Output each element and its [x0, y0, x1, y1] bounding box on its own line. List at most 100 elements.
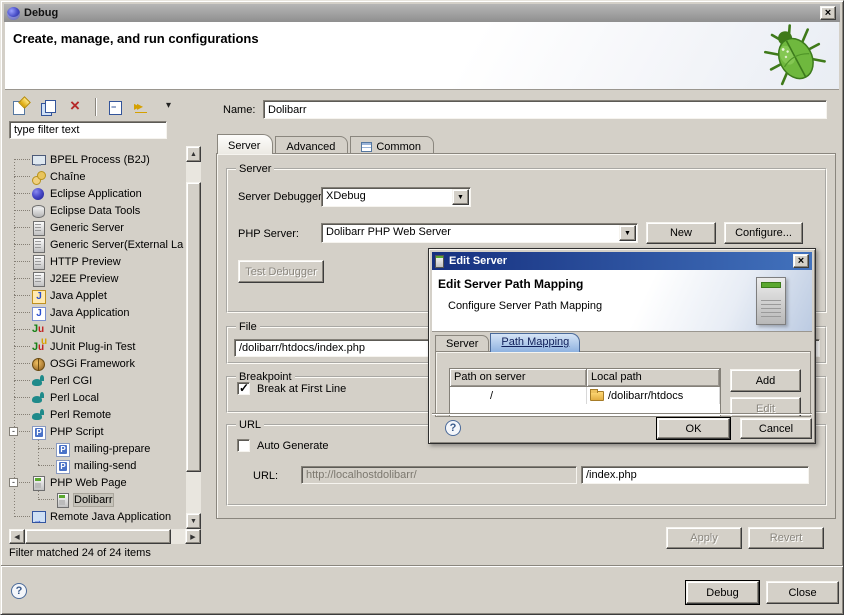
new-configuration-glyph — [11, 99, 29, 115]
url-path-input[interactable] — [581, 466, 809, 484]
tree-item-remote-java-application[interactable]: Remote Java Application — [9, 508, 186, 525]
collapse-all-icon[interactable] — [104, 97, 126, 117]
tree-item-junit-plug-in-test[interactable]: JUnit Plug-in Test — [9, 338, 186, 355]
url-label: URL: — [253, 470, 278, 482]
config-tabs: Server Advanced Common — [217, 134, 436, 154]
server-debugger-select[interactable]: XDebug ▼ — [321, 187, 471, 207]
vscroll-thumb[interactable] — [186, 182, 201, 472]
tree-item-mailing-send[interactable]: mailing-send — [9, 457, 186, 474]
menu-caret-icon[interactable] — [160, 97, 182, 117]
collapse-expander-icon[interactable]: - — [9, 427, 18, 436]
window-close-button[interactable]: × — [820, 6, 836, 20]
tree-item-junit[interactable]: JUnit — [9, 321, 186, 338]
hscroll-thumb[interactable] — [25, 529, 171, 544]
column-header-path-on-server[interactable]: Path on server — [450, 369, 587, 387]
tree-item-generic-server[interactable]: Generic Server — [9, 219, 186, 236]
scroll-right-icon[interactable]: ▶ — [185, 529, 201, 544]
tree-item-php-script[interactable]: -PHP Script — [9, 423, 186, 440]
scroll-left-icon[interactable]: ◀ — [9, 529, 25, 544]
window-title: Debug — [24, 7, 58, 19]
delete-configuration-icon[interactable] — [65, 97, 87, 117]
filter-configurations-glyph — [134, 99, 152, 115]
collapse-expander-icon[interactable]: - — [9, 478, 18, 487]
name-input[interactable] — [263, 100, 827, 119]
tree-item-label: Generic Server(External La — [50, 239, 183, 251]
php-server-select[interactable]: Dolibarr PHP Web Server ▼ — [321, 223, 638, 243]
tree-item-label: Perl Local — [50, 392, 99, 404]
tab-path-mapping[interactable]: Path Mapping — [490, 333, 580, 352]
server-debugger-label: Server Debugger: — [238, 191, 325, 203]
scroll-down-icon[interactable]: ▼ — [186, 513, 201, 529]
delete-configuration-glyph — [67, 99, 85, 115]
apply-button[interactable]: Apply — [666, 527, 742, 549]
break-first-line-checkbox[interactable] — [237, 382, 250, 395]
configure-server-button[interactable]: Configure... — [724, 222, 803, 244]
tree-item-generic-server-external-la[interactable]: Generic Server(External La — [9, 236, 186, 253]
configuration-tree: BPEL Process (B2J) ChaîneEclipse Applicat… — [9, 146, 186, 529]
tree-item-php-web-page[interactable]: - PHP Web Page — [9, 474, 186, 491]
tree-hscrollbar[interactable]: ◀ ▶ — [9, 529, 201, 544]
server-icon — [31, 221, 45, 235]
tree-item-eclipse-application[interactable]: Eclipse Application — [9, 185, 186, 202]
tree-item-perl-remote[interactable]: Perl Remote — [9, 406, 186, 423]
collapse-all-glyph — [106, 99, 124, 115]
dialog-help-button[interactable]: ? — [445, 420, 461, 436]
add-mapping-button[interactable]: Add — [730, 369, 801, 392]
new-configuration-icon[interactable] — [9, 97, 31, 117]
tree-item-perl-local[interactable]: Perl Local — [9, 389, 186, 406]
edit-server-subheading: Configure Server Path Mapping — [448, 300, 602, 312]
php-server-icon — [55, 493, 69, 507]
tab-label: Advanced — [286, 141, 335, 153]
ok-button[interactable]: OK — [657, 418, 730, 439]
tree-item-java-applet[interactable]: Java Applet — [9, 287, 186, 304]
tree-item-label: Dolibarr — [74, 494, 113, 506]
scroll-up-icon[interactable]: ▲ — [186, 146, 201, 162]
tree-item-http-preview[interactable]: HTTP Preview — [9, 253, 186, 270]
chevron-down-icon[interactable]: ▼ — [452, 189, 469, 205]
close-button[interactable]: Close — [766, 581, 839, 604]
duplicate-configuration-icon[interactable] — [37, 97, 59, 117]
tree-item-label: BPEL Process (B2J) — [50, 154, 150, 166]
tab-label: Server — [228, 140, 260, 152]
dialog-banner: Create, manage, and run configurations — [5, 22, 839, 90]
tab-server[interactable]: Server — [435, 335, 489, 352]
tree-item-dolibarr[interactable]: Dolibarr — [9, 491, 186, 508]
filter-input[interactable] — [9, 121, 167, 139]
help-button[interactable]: ? — [11, 583, 27, 599]
tab-advanced[interactable]: Advanced — [275, 136, 348, 154]
banner-heading: Create, manage, and run configurations — [13, 31, 259, 46]
tree-item-bpel-process-b2j[interactable]: BPEL Process (B2J) — [9, 151, 186, 168]
tree-item-j2ee-preview[interactable]: J2EE Preview — [9, 270, 186, 287]
tree-item-mailing-prepare[interactable]: mailing-prepare — [9, 440, 186, 457]
tree-item-label: PHP Web Page — [50, 477, 127, 489]
tab-server[interactable]: Server — [217, 134, 273, 154]
url-base-input[interactable] — [301, 466, 577, 484]
tree-item-label: Eclipse Data Tools — [50, 205, 140, 217]
tree-item-java-application[interactable]: Java Application — [9, 304, 186, 321]
mapping-row[interactable]: //dolibarr/htdocs — [450, 387, 720, 404]
tab-common[interactable]: Common — [350, 136, 434, 154]
perl-icon — [31, 374, 45, 388]
test-debugger-button[interactable]: Test Debugger — [238, 260, 324, 283]
perl-icon — [31, 391, 45, 405]
chevron-down-icon[interactable]: ▼ — [619, 225, 636, 241]
column-header-local-path[interactable]: Local path — [587, 369, 720, 387]
tree-item-perl-cgi[interactable]: Perl CGI — [9, 372, 186, 389]
cancel-button[interactable]: Cancel — [740, 418, 812, 439]
tree-item-label: Generic Server — [50, 222, 124, 234]
debug-button[interactable]: Debug — [686, 581, 759, 604]
new-server-button[interactable]: New — [646, 222, 716, 244]
auto-generate-checkbox[interactable] — [237, 439, 250, 452]
tree-item-label: OSGi Framework — [50, 358, 135, 370]
path-on-server-cell: / — [450, 387, 587, 404]
tree-vscrollbar[interactable]: ▲ ▼ — [186, 146, 201, 529]
java-applet-icon — [31, 289, 45, 303]
tree-item-eclipse-data-tools[interactable]: Eclipse Data Tools — [9, 202, 186, 219]
tree-item-label: JUnit — [50, 324, 75, 336]
filter-configurations-icon[interactable] — [132, 97, 154, 117]
filter-status-text: Filter matched 24 of 24 items — [9, 547, 151, 559]
tree-item-cha-ne[interactable]: Chaîne — [9, 168, 186, 185]
revert-button[interactable]: Revert — [748, 527, 824, 549]
tree-item-osgi-framework[interactable]: OSGi Framework — [9, 355, 186, 372]
edit-server-close-button[interactable]: × — [793, 254, 809, 268]
